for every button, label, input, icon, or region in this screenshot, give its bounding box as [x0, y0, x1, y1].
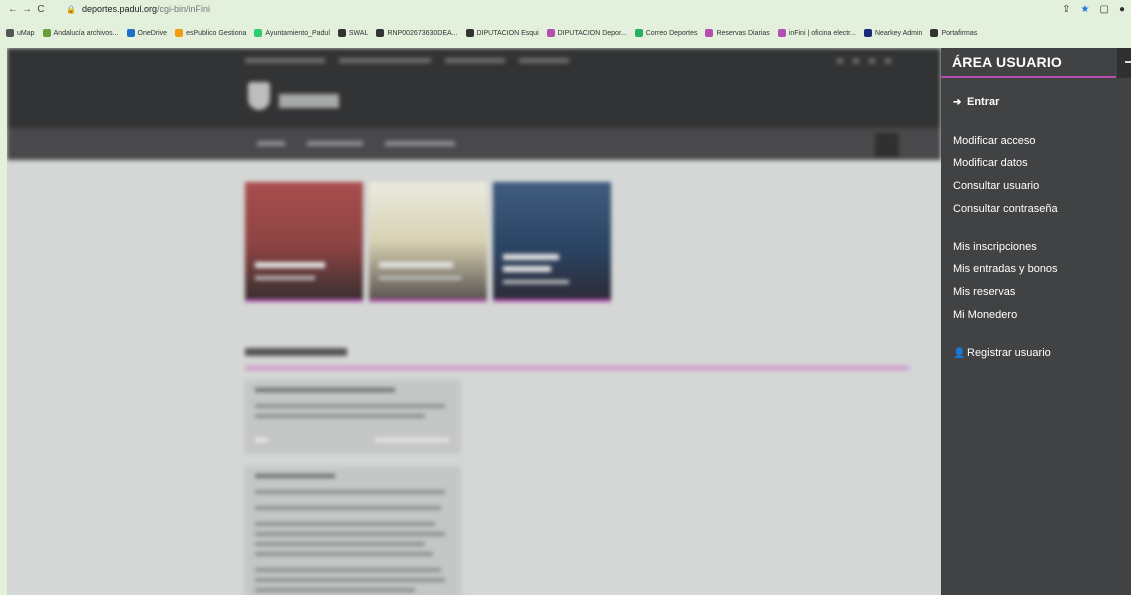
bookmark-label: Nearkey Admin	[874, 29, 923, 37]
bookmark-star-icon[interactable]: ★	[1081, 4, 1090, 15]
bookmark-favicon-icon	[465, 29, 474, 37]
bookmark-item[interactable]: DIPUTACION Depor...	[546, 29, 627, 37]
browser-address-bar: ← → C 🔒 deportes.padul.org/cgi-bin/inFin…	[0, 0, 1131, 18]
browser-actions: ⇪ ★ ▢ ●	[1062, 4, 1125, 15]
bookmark-label: Andalucía archivos...	[53, 29, 119, 37]
menu-query-password[interactable]: Consultar contraseña	[953, 203, 1058, 215]
bookmark-favicon-icon	[546, 29, 555, 37]
login-label: Entrar	[967, 96, 1000, 108]
bookmark-label: Correo Deportes	[645, 29, 698, 37]
bookmark-favicon-icon	[376, 29, 385, 37]
news-card	[493, 182, 611, 302]
bookmark-label: esPublico Gestiona	[186, 29, 247, 37]
bookmark-item[interactable]: Reservas Diarias	[705, 29, 770, 37]
bookmark-label: Reservas Diarias	[716, 29, 770, 37]
bookmark-favicon-icon	[705, 29, 714, 37]
bookmark-favicon-icon	[6, 29, 14, 37]
bookmark-favicon-icon	[254, 29, 263, 37]
news-post	[245, 380, 461, 454]
profile-avatar-icon[interactable]: ●	[1119, 4, 1125, 15]
panel-collapse-button[interactable]	[1117, 48, 1131, 78]
website-viewport	[7, 48, 941, 595]
menu-modify-access[interactable]: Modificar acceso	[953, 135, 1036, 147]
bookmark-label: DIPUTACION Depor...	[557, 29, 627, 37]
section-heading	[245, 348, 347, 356]
bookmark-item[interactable]: SWAL	[337, 29, 369, 37]
user-icon	[875, 133, 899, 157]
site-logo-text	[279, 94, 339, 108]
bookmark-item[interactable]: Andalucía archivos...	[42, 29, 119, 37]
url-path: /cgi-bin/inFini	[157, 4, 211, 14]
url-host: deportes.padul.org	[81, 4, 158, 14]
bookmark-item[interactable]: Portafirmas	[930, 29, 977, 37]
bookmark-label: inFini | oficina electr...	[788, 29, 856, 37]
bookmark-item[interactable]: Ayuntamiento_Padul	[254, 29, 330, 37]
forward-arrow-icon[interactable]: →	[20, 4, 34, 15]
site-logo-icon	[248, 82, 270, 110]
login-link[interactable]: ➜ Entrar	[953, 96, 999, 108]
bookmark-item[interactable]: Correo Deportes	[634, 29, 698, 37]
bookmark-favicon-icon	[863, 29, 872, 37]
bookmark-label: DIPUTACION Esqui	[476, 29, 539, 37]
bookmark-item[interactable]: OneDrive	[126, 29, 168, 37]
bookmark-label: RNP002673630DEA...	[387, 29, 458, 37]
section-divider	[245, 366, 909, 370]
menu-my-wallet[interactable]: Mi Monedero	[953, 309, 1017, 321]
bookmark-favicon-icon	[337, 29, 346, 37]
bookmark-favicon-icon	[634, 29, 643, 37]
social-icons	[837, 58, 891, 64]
bookmark-favicon-icon	[175, 29, 184, 37]
site-top-links	[245, 58, 569, 63]
bookmark-item[interactable]: esPublico Gestiona	[175, 29, 246, 37]
blurred-website-content	[7, 48, 941, 595]
menu-my-tickets-passes[interactable]: Mis entradas y bonos	[953, 263, 1058, 275]
lock-icon: 🔒	[66, 4, 76, 14]
register-user-link[interactable]: 👤 Registrar usuario	[953, 347, 1051, 359]
user-area-panel: ÁREA USUARIO ➜ Entrar Modificar acceso Mo…	[941, 48, 1131, 595]
share-icon[interactable]: ⇪	[1062, 4, 1070, 15]
news-post	[245, 466, 461, 595]
bookmark-favicon-icon	[42, 29, 51, 37]
news-card	[369, 182, 487, 302]
sign-in-icon: ➜	[953, 97, 962, 108]
bookmark-label: Portafirmas	[941, 29, 978, 37]
panel-header: ÁREA USUARIO	[941, 48, 1116, 78]
bookmark-favicon-icon	[126, 29, 135, 37]
add-user-icon: 👤	[953, 348, 966, 359]
sidebar-toggle-icon[interactable]: ▢	[1100, 4, 1109, 15]
bookmarks-bar: uMap Andalucía archivos... OneDrive esPubli…	[0, 18, 1131, 48]
menu-modify-data[interactable]: Modificar datos	[953, 157, 1028, 169]
bookmark-item[interactable]: Nearkey Admin	[863, 29, 923, 37]
bookmark-label: uMap	[17, 29, 35, 37]
bookmark-item[interactable]: RNP002673630DEA...	[376, 29, 458, 37]
bookmark-item[interactable]: uMap	[6, 29, 35, 37]
menu-query-user[interactable]: Consultar usuario	[953, 180, 1039, 192]
site-navigation	[7, 128, 941, 160]
panel-title: ÁREA USUARIO	[952, 54, 1062, 70]
bookmark-label: SWAL	[348, 29, 369, 37]
menu-my-bookings[interactable]: Mis reservas	[953, 286, 1015, 298]
bookmark-item[interactable]: DIPUTACION Esqui	[465, 29, 539, 37]
reload-icon[interactable]: C	[34, 4, 48, 15]
url-field[interactable]: deportes.padul.org/cgi-bin/inFini	[82, 4, 210, 14]
news-card	[245, 182, 363, 302]
bookmark-favicon-icon	[930, 29, 939, 37]
menu-my-registrations[interactable]: Mis inscripciones	[953, 241, 1037, 253]
bookmark-label: OneDrive	[137, 29, 168, 37]
site-header	[7, 48, 941, 128]
bookmark-item[interactable]: inFini | oficina electr...	[777, 29, 856, 37]
back-arrow-icon[interactable]: ←	[6, 4, 20, 15]
bookmark-label: Ayuntamiento_Padul	[265, 29, 330, 37]
register-label: Registrar usuario	[967, 347, 1051, 359]
bookmark-favicon-icon	[777, 29, 786, 37]
